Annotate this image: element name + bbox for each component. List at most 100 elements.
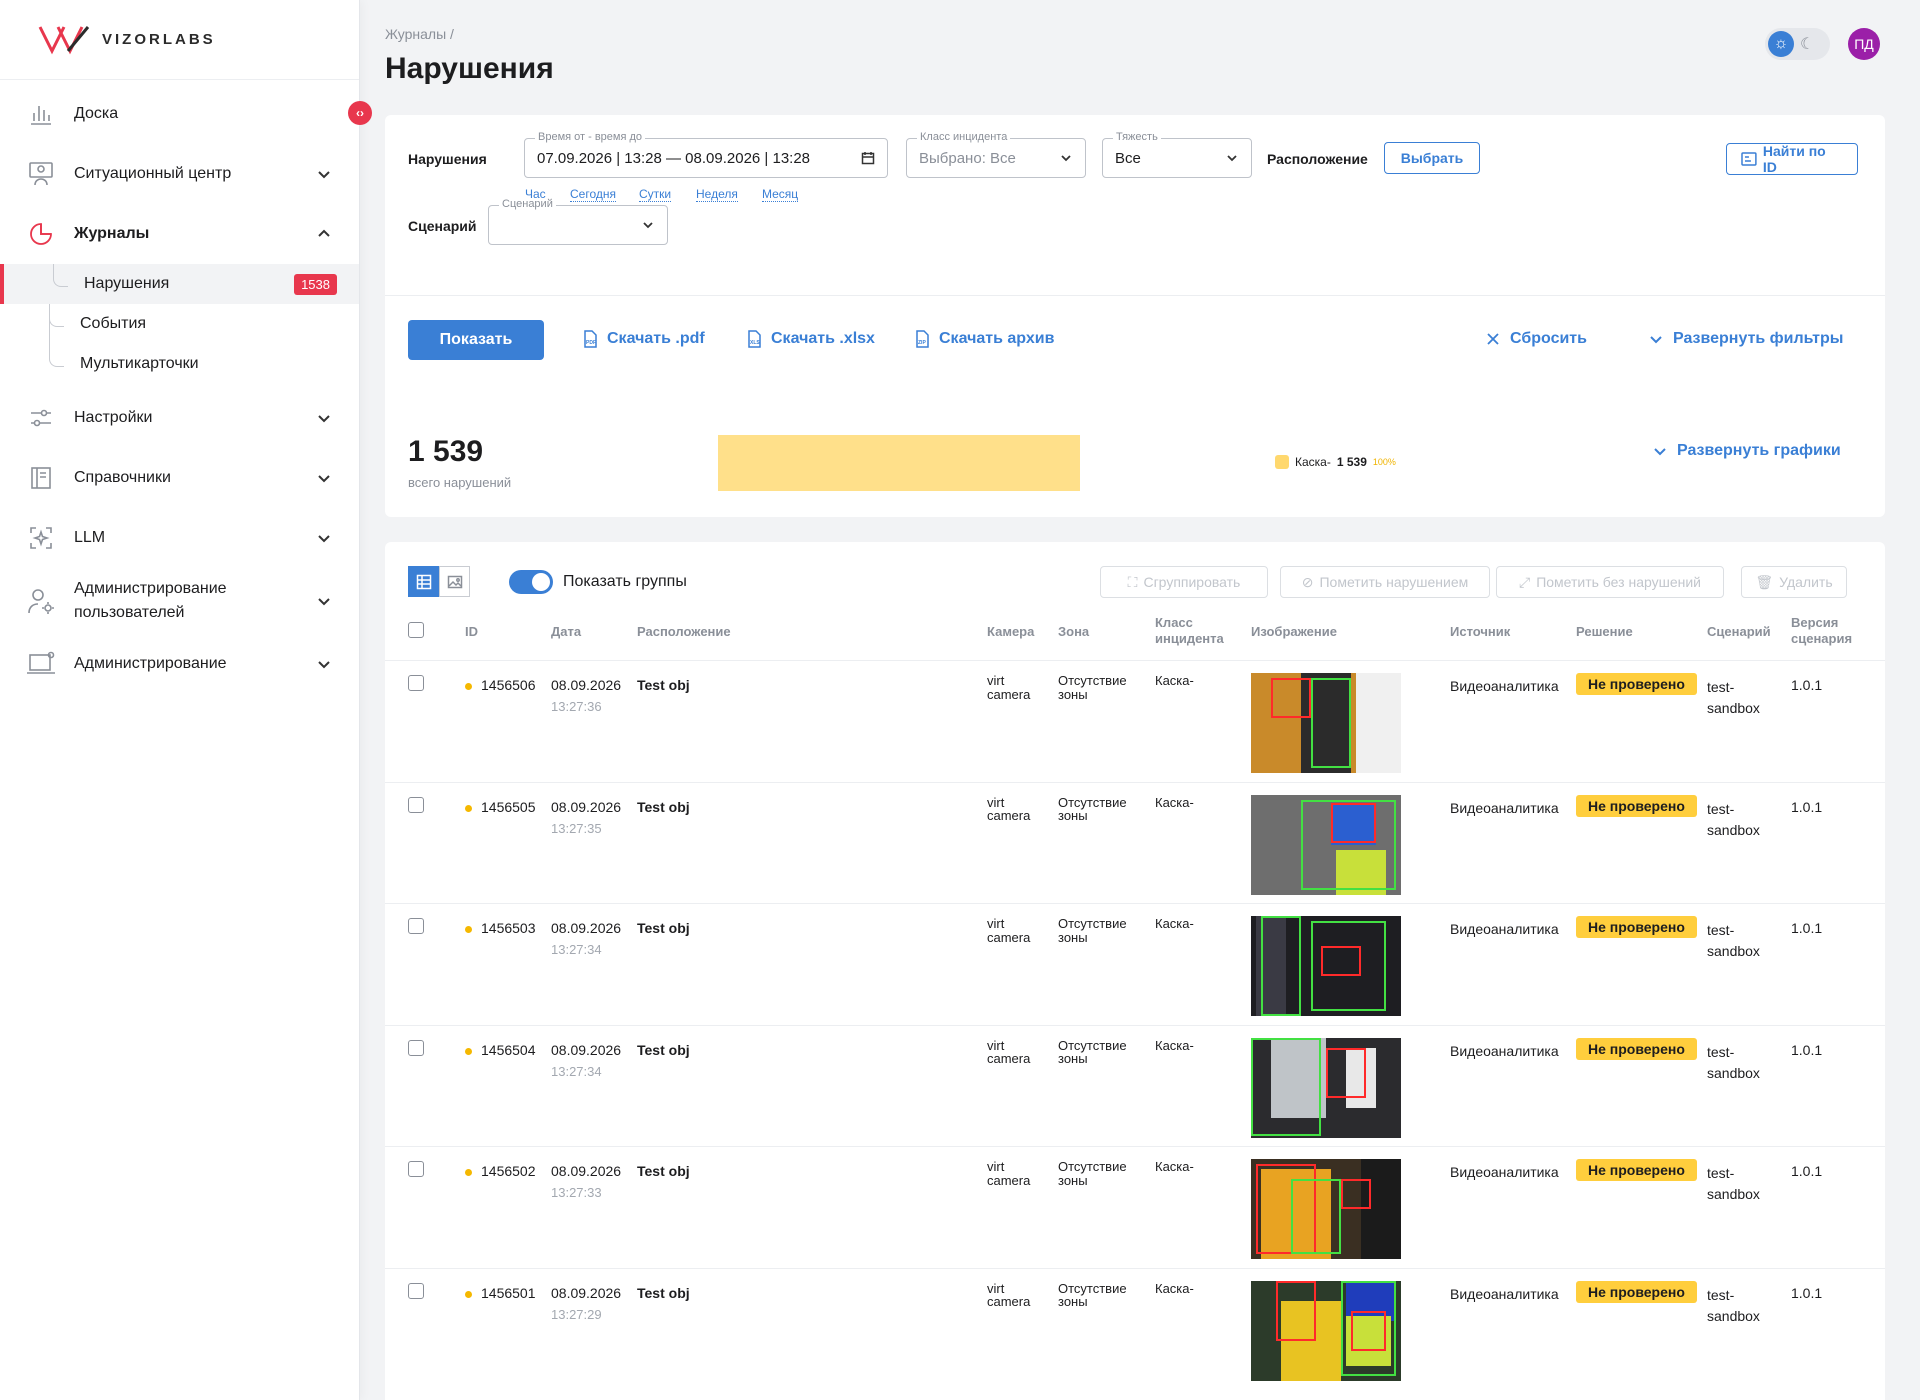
cell-decision[interactable]: Не проверено <box>1576 1280 1697 1303</box>
column-header-id[interactable]: ID <box>465 624 478 640</box>
column-header-scenario[interactable]: Сценарий <box>1707 624 1771 640</box>
expand-charts-button[interactable]: Развернуть графики <box>1651 442 1841 460</box>
time-range-input[interactable]: Время от - время до 07.09.2026 | 13:28 —… <box>524 131 888 178</box>
reset-filters-button[interactable]: Сбросить <box>1484 330 1587 348</box>
cell-location: Test obj <box>637 1041 690 1058</box>
sidebar-item-dashboard[interactable]: Доска <box>0 84 359 144</box>
delete-button[interactable]: 🗑 Удалить <box>1741 566 1847 598</box>
incident-class-select[interactable]: Класс инцидента Выбрано: Все <box>906 131 1086 178</box>
sidebar-item-violations[interactable]: Нарушения 1538 <box>0 264 359 304</box>
trash-icon: 🗑 <box>1755 573 1774 590</box>
cell-image-thumbnail[interactable] <box>1251 1159 1401 1259</box>
cell-id[interactable]: 1456504 <box>481 1042 536 1058</box>
column-header-incident-class[interactable]: Класс инцидента <box>1155 615 1235 646</box>
avatar[interactable]: ПД <box>1848 28 1880 60</box>
cell-decision[interactable]: Не проверено <box>1576 673 1697 695</box>
column-header-location[interactable]: Расположение <box>637 624 731 640</box>
cell-image-thumbnail[interactable] <box>1251 794 1401 895</box>
cell-decision[interactable]: Не проверено <box>1576 1037 1697 1060</box>
logo[interactable]: VIZORLABS <box>0 0 359 80</box>
total-violations-count: 1 539 <box>408 435 484 468</box>
sidebar-item-admin[interactable]: Администрирование <box>0 634 359 694</box>
cell-decision[interactable]: Не проверено <box>1576 916 1697 938</box>
column-header-source[interactable]: Источник <box>1450 624 1510 640</box>
cell-scenario-version: 1.0.1 <box>1791 1041 1823 1058</box>
decision-badge: Не проверено <box>1576 673 1697 695</box>
mark-no-violation-button[interactable]: ⤢ Пометить без нарушений <box>1496 566 1724 598</box>
select-all-checkbox[interactable] <box>408 622 424 638</box>
sun-icon: ☼ <box>1768 31 1794 57</box>
column-header-camera[interactable]: Камера <box>987 624 1034 640</box>
sidebar-item-references[interactable]: Справочники <box>0 448 359 508</box>
sidebar-item-settings[interactable]: Настройки <box>0 388 359 448</box>
cell-image-thumbnail[interactable] <box>1251 1037 1401 1138</box>
row-checkbox[interactable] <box>408 918 424 934</box>
detection-box <box>1321 946 1361 976</box>
column-header-image[interactable]: Изображение <box>1251 624 1337 640</box>
moon-icon: ☾ <box>1800 36 1815 53</box>
row-checkbox[interactable] <box>408 675 424 691</box>
cell-id[interactable]: 1456501 <box>481 1285 536 1301</box>
thumbnail-shape <box>1356 673 1401 773</box>
collapse-sidebar-button[interactable]: ‹› <box>348 101 372 125</box>
quick-range-week[interactable]: Неделя <box>696 187 738 202</box>
column-header-scenario-version[interactable]: Версия сценария <box>1791 615 1871 646</box>
row-checkbox[interactable] <box>408 1282 424 1299</box>
table-row[interactable]: 1456505 08.09.2026 13:27:35 Test obj vir… <box>385 781 1885 903</box>
sidebar-item-multicards[interactable]: Мультикарточки <box>48 344 359 384</box>
column-header-decision[interactable]: Решение <box>1576 624 1633 640</box>
group-button[interactable]: ⛶ Сгруппировать <box>1100 566 1268 598</box>
cell-date: 08.09.2026 13:27:34 <box>551 1042 621 1079</box>
detection-box <box>1291 1179 1341 1254</box>
download-archive-button[interactable]: ZIP Скачать архив <box>913 330 1054 348</box>
table-row[interactable]: 1456501 08.09.2026 13:27:29 Test obj vir… <box>385 1267 1885 1389</box>
quick-range-today[interactable]: Сегодня <box>570 187 616 202</box>
total-violations-label: всего нарушений <box>408 475 512 490</box>
table-row[interactable]: 1456503 08.09.2026 13:27:34 Test obj vir… <box>385 903 1885 1024</box>
gallery-view-button[interactable] <box>439 566 470 597</box>
cell-image-thumbnail[interactable] <box>1251 673 1401 773</box>
sidebar-item-situation-center[interactable]: Ситуационный центр <box>0 144 359 204</box>
theme-toggle[interactable]: ☼ ☾ <box>1765 28 1830 60</box>
row-checkbox[interactable] <box>408 1161 424 1177</box>
severity-select[interactable]: Тяжесть Все <box>1102 131 1252 178</box>
breadcrumb[interactable]: Журналы / <box>385 26 454 42</box>
table-view-button[interactable] <box>408 566 439 597</box>
find-by-id-button[interactable]: Найти по ID <box>1726 143 1858 175</box>
cell-incident-class: Каска- <box>1155 916 1194 931</box>
download-pdf-button[interactable]: PDF Скачать .pdf <box>581 330 705 348</box>
table-row[interactable]: 1456506 08.09.2026 13:27:36 Test obj vir… <box>385 660 1885 781</box>
cell-scenario-version: 1.0.1 <box>1791 1163 1823 1179</box>
expand-filters-button[interactable]: Развернуть фильтры <box>1647 330 1843 348</box>
sidebar-item-journals[interactable]: Журналы <box>0 204 359 264</box>
show-groups-toggle[interactable] <box>509 570 553 594</box>
quick-range-day[interactable]: Сутки <box>639 187 672 202</box>
show-button[interactable]: Показать <box>408 320 544 360</box>
table-row[interactable]: 1456504 08.09.2026 13:27:34 Test obj vir… <box>385 1024 1885 1146</box>
sidebar-item-events[interactable]: События <box>48 304 359 344</box>
cell-id[interactable]: 1456506 <box>481 677 536 693</box>
choose-location-button[interactable]: Выбрать <box>1384 142 1480 174</box>
download-archive-label: Скачать архив <box>939 330 1055 347</box>
cell-image-thumbnail[interactable] <box>1251 916 1401 1016</box>
cell-id[interactable]: 1456502 <box>481 1163 536 1179</box>
column-header-date[interactable]: Дата <box>551 624 581 640</box>
row-checkbox[interactable] <box>408 1039 424 1056</box>
time-range-legend: Время от - время до <box>535 131 646 143</box>
cell-decision[interactable]: Не проверено <box>1576 1159 1697 1181</box>
scenario-select[interactable]: Сценарий <box>488 198 668 245</box>
cell-id[interactable]: 1456503 <box>481 920 536 936</box>
cell-decision[interactable]: Не проверено <box>1576 794 1697 817</box>
severity-legend: Тяжесть <box>1113 131 1161 143</box>
cell-zone: Отсутствие зоны <box>1058 1280 1127 1310</box>
mark-violation-button[interactable]: ⊘ Пометить нарушением <box>1280 566 1490 598</box>
cell-id[interactable]: 1456505 <box>481 799 536 815</box>
column-header-zone[interactable]: Зона <box>1058 624 1089 640</box>
cell-image-thumbnail[interactable] <box>1251 1280 1401 1381</box>
table-row[interactable]: 1456502 08.09.2026 13:27:33 Test obj vir… <box>385 1146 1885 1267</box>
row-checkbox[interactable] <box>408 796 424 813</box>
sidebar-item-llm[interactable]: LLM <box>0 508 359 568</box>
sidebar-item-user-admin[interactable]: Администрирование пользователей <box>0 568 359 634</box>
quick-range-month[interactable]: Месяц <box>762 187 799 202</box>
download-xlsx-button[interactable]: XLS Скачать .xlsx <box>745 330 875 348</box>
